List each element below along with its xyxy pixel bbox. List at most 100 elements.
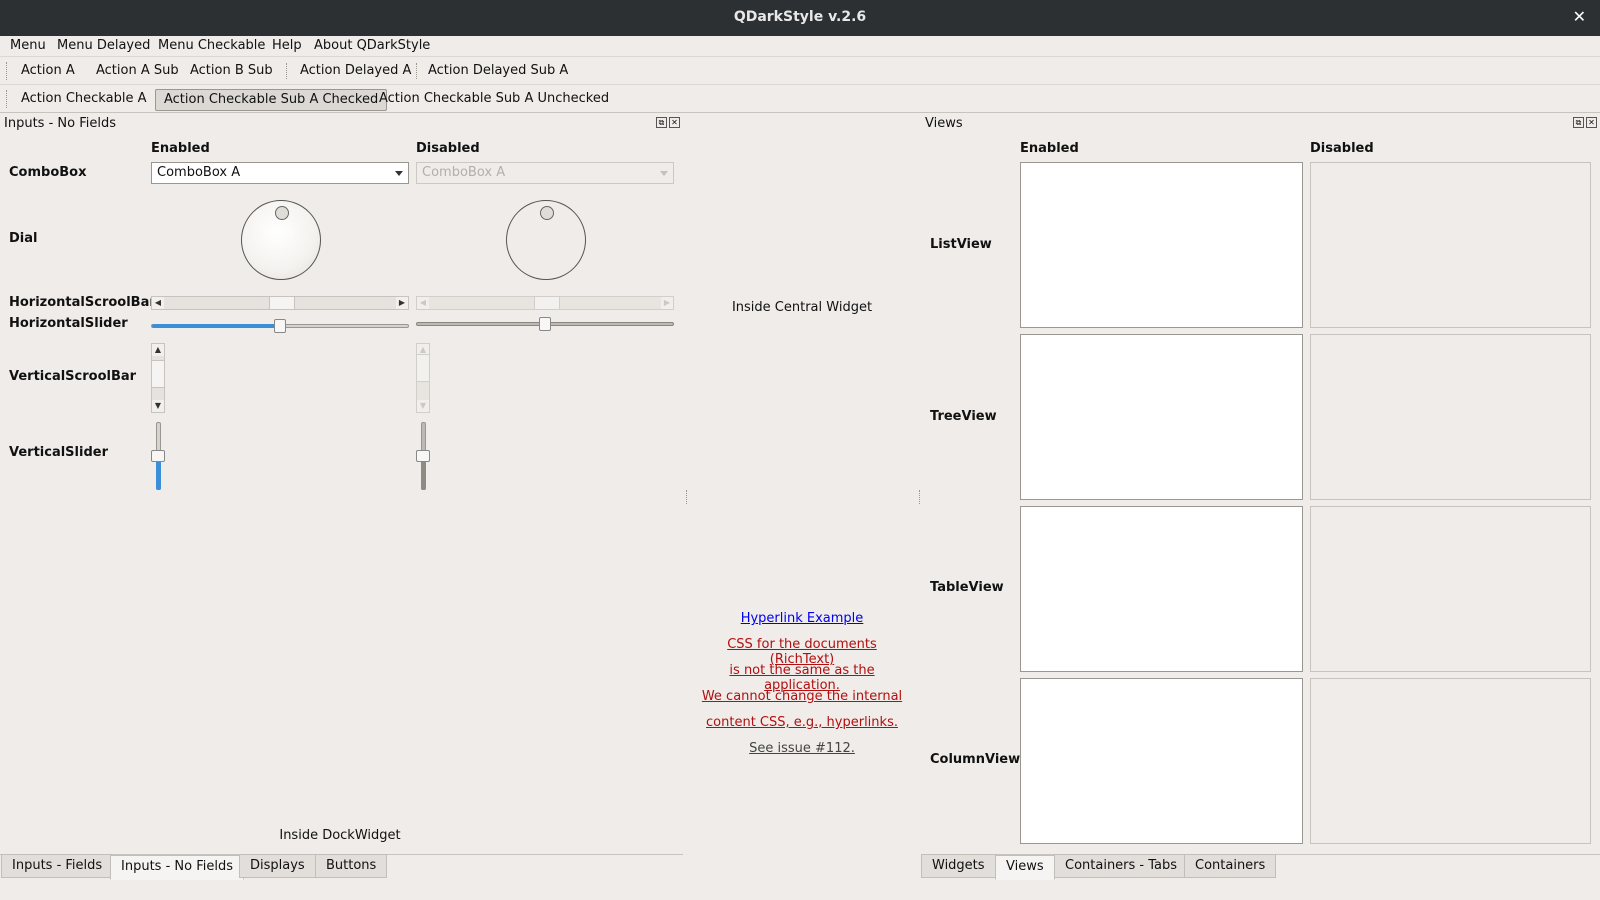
arrow-right-icon: ▶	[661, 297, 673, 309]
combobox-disabled: ComboBox A	[416, 162, 674, 184]
tableview-label: TableView	[930, 580, 1004, 595]
hslider-enabled[interactable]	[151, 319, 409, 333]
toolbar-bottom-border	[0, 112, 1600, 113]
right-splitter-handle[interactable]	[919, 490, 921, 504]
menu-menu[interactable]: Menu	[10, 38, 46, 53]
menu-menu-checkable[interactable]: Menu Checkable	[158, 38, 265, 53]
hyperlink-example-link[interactable]: Hyperlink Example	[694, 611, 910, 626]
toolbar-grip[interactable]	[6, 62, 8, 80]
arrow-up-icon[interactable]: ▲	[152, 344, 164, 356]
css-note-line: We cannot change the internal	[701, 689, 903, 704]
vscroll-thumb	[417, 354, 429, 382]
chevron-down-icon	[395, 171, 403, 176]
close-icon[interactable]: ✕	[1573, 7, 1586, 26]
left-dock-tabbar: Inputs - Fields Inputs - No Fields Displ…	[0, 854, 683, 880]
treeview-enabled[interactable]	[1020, 334, 1303, 500]
columnview-label: ColumnView	[930, 752, 1021, 767]
tab-containers-tabs[interactable]: Containers - Tabs	[1054, 854, 1189, 878]
listview-enabled[interactable]	[1020, 162, 1303, 328]
hscroll-enabled[interactable]: ◀ ▶	[151, 296, 409, 310]
dial-knob[interactable]	[275, 206, 289, 220]
toolbar-separator	[286, 63, 287, 79]
right-dock-tabbar: Widgets Views Containers - Tabs Containe…	[921, 854, 1600, 880]
columnview-disabled	[1310, 678, 1591, 844]
tab-inputs-fields[interactable]: Inputs - Fields	[1, 854, 114, 878]
action-delayed-sub-a-button[interactable]: Action Delayed Sub A	[420, 61, 576, 83]
combobox-value: ComboBox A	[422, 165, 506, 180]
right-dock-buttons: ⧉ ✕	[1573, 117, 1597, 128]
dial-label: Dial	[9, 231, 38, 246]
float-icon[interactable]: ⧉	[1573, 117, 1584, 128]
close-icon[interactable]: ✕	[669, 117, 680, 128]
tab-widgets[interactable]: Widgets	[921, 854, 996, 878]
left-splitter-handle[interactable]	[686, 490, 688, 504]
dial-enabled[interactable]	[241, 200, 321, 280]
vscroll-thumb[interactable]	[152, 360, 164, 388]
combobox-label: ComboBox	[9, 165, 87, 180]
hscroll-label: HorizontalScroolBar	[9, 295, 156, 310]
action-checkable-sub-a-unchecked-button[interactable]: Action Checkable Sub A Unchecked	[371, 89, 617, 111]
treeview-label: TreeView	[930, 409, 997, 424]
hscroll-thumb	[534, 297, 560, 309]
action-a-button[interactable]: Action A	[13, 61, 83, 83]
views-enabled-header: Enabled	[1020, 141, 1079, 156]
tableview-disabled	[1310, 506, 1591, 672]
enabled-column-header: Enabled	[151, 141, 210, 156]
toolbar-checkable: Action Checkable A Action Checkable Sub …	[0, 84, 1600, 112]
listview-disabled	[1310, 162, 1591, 328]
tab-buttons[interactable]: Buttons	[315, 854, 388, 878]
arrow-left-icon[interactable]: ◀	[152, 297, 164, 309]
treeview-disabled	[1310, 334, 1591, 500]
combobox-value: ComboBox A	[157, 165, 241, 180]
hscroll-thumb[interactable]	[269, 297, 295, 309]
menu-menu-delayed[interactable]: Menu Delayed	[57, 38, 150, 53]
arrow-left-icon: ◀	[417, 297, 429, 309]
disabled-column-header: Disabled	[416, 141, 480, 156]
right-dock-title: Views	[925, 116, 963, 131]
action-b-sub-button[interactable]: Action B Sub	[182, 61, 281, 83]
listview-label: ListView	[930, 237, 992, 252]
menu-about[interactable]: About QDarkStyle	[314, 38, 430, 53]
toolbar-grip[interactable]	[6, 90, 8, 108]
chevron-down-icon	[660, 171, 668, 176]
toolbar-actions: Action A Action A Sub Action B Sub Actio…	[0, 56, 1600, 84]
arrow-down-icon[interactable]: ▼	[152, 400, 164, 412]
vslider-label: VerticalSlider	[9, 445, 108, 460]
vslider-handle	[416, 450, 430, 462]
tab-containers[interactable]: Containers	[1184, 854, 1277, 878]
dial-disabled	[506, 200, 586, 280]
vscroll-enabled[interactable]: ▲ ▼	[151, 343, 165, 413]
action-checkable-sub-a-checked-button[interactable]: Action Checkable Sub A Checked	[155, 89, 388, 111]
window-titlebar: QDarkStyle v.2.6 ✕	[0, 0, 1600, 36]
hslider-handle	[539, 317, 551, 331]
vscroll-label: VerticalScroolBar	[9, 369, 137, 384]
left-dock-buttons: ⧉ ✕	[656, 117, 680, 128]
menu-help[interactable]: Help	[272, 38, 302, 53]
vslider-enabled[interactable]	[151, 422, 165, 490]
hslider-fill	[152, 324, 280, 328]
hslider-disabled	[416, 317, 674, 331]
close-icon[interactable]: ✕	[1586, 117, 1597, 128]
vscroll-disabled: ▲ ▼	[416, 343, 430, 413]
tab-inputs-no-fields[interactable]: Inputs - No Fields	[110, 855, 244, 880]
action-checkable-a-button[interactable]: Action Checkable A	[13, 89, 154, 111]
float-icon[interactable]: ⧉	[656, 117, 667, 128]
action-a-sub-button[interactable]: Action A Sub	[88, 61, 187, 83]
see-issue-link[interactable]: See issue #112.	[694, 741, 910, 756]
combobox-enabled[interactable]: ComboBox A	[151, 162, 409, 184]
tableview-enabled[interactable]	[1020, 506, 1303, 672]
tab-views[interactable]: Views	[995, 855, 1055, 880]
vslider-handle[interactable]	[151, 450, 165, 462]
toolbar-separator	[416, 63, 417, 79]
action-delayed-a-button[interactable]: Action Delayed A	[292, 61, 419, 83]
arrow-right-icon[interactable]: ▶	[396, 297, 408, 309]
inside-dockwidget-text: Inside DockWidget	[279, 828, 401, 843]
tab-displays[interactable]: Displays	[239, 854, 316, 878]
left-dock-title: Inputs - No Fields	[4, 116, 116, 131]
inside-central-widget-text: Inside Central Widget	[731, 300, 873, 315]
hslider-handle[interactable]	[274, 319, 286, 333]
columnview-enabled[interactable]	[1020, 678, 1303, 844]
window-title: QDarkStyle v.2.6	[733, 9, 867, 25]
views-disabled-header: Disabled	[1310, 141, 1374, 156]
hslider-label: HorizontalSlider	[9, 316, 128, 331]
